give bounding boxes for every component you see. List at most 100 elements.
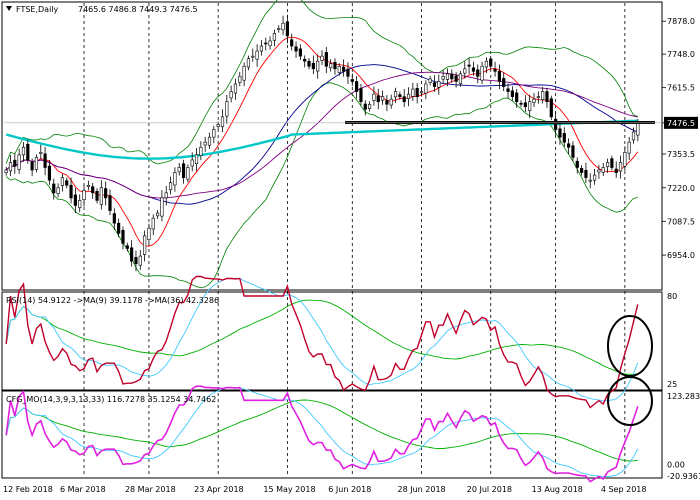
candle-body xyxy=(558,128,562,138)
candle-body xyxy=(277,28,281,30)
candle-body xyxy=(117,222,121,234)
candle-body xyxy=(264,42,268,45)
candle-body xyxy=(484,60,489,68)
candle-body xyxy=(506,88,510,92)
candle-body xyxy=(207,136,212,146)
candle-body xyxy=(402,96,406,103)
candle-body xyxy=(528,101,532,111)
chart-canvas: 6954.0 7087.5 7220.0 7353.5 7476.5 7615.5 7748… xyxy=(1,0,700,494)
candle-body xyxy=(78,200,82,209)
candle-body xyxy=(424,83,428,94)
ohlc-label: 7465.6 7486.8 7449.3 7476.5 xyxy=(78,5,198,14)
candle-body xyxy=(229,91,233,99)
x-tick-label: 23 Apr 2018 xyxy=(194,485,243,494)
price-tick-label: 6954.0 xyxy=(667,251,695,260)
candle-body xyxy=(575,160,579,168)
candle-body xyxy=(631,131,636,141)
rsi-tick-label: 25 xyxy=(667,380,677,389)
candle-body xyxy=(437,81,441,88)
candle-body xyxy=(545,91,549,103)
candle-body xyxy=(26,143,30,161)
candle-body xyxy=(43,153,47,168)
candle-body xyxy=(251,55,255,58)
candle-body xyxy=(419,91,424,94)
candle-body xyxy=(285,21,289,37)
candle-body xyxy=(255,50,259,60)
cfg-mo-tick-label: 0.00 xyxy=(667,460,685,469)
candle-body xyxy=(216,124,220,127)
candle-body xyxy=(164,192,168,199)
candle-body xyxy=(497,71,501,82)
candle-body xyxy=(259,45,264,52)
candle-body xyxy=(350,79,354,82)
price-tick-label: 7615.5 xyxy=(667,84,695,93)
candle-body xyxy=(367,103,372,109)
candle-body xyxy=(220,116,225,128)
candle-body xyxy=(307,60,311,67)
candle-body xyxy=(432,82,437,87)
candle-body xyxy=(147,227,151,240)
candle-body xyxy=(4,169,8,173)
candle-body xyxy=(303,58,307,62)
candle-body xyxy=(160,197,164,217)
candle-body xyxy=(389,98,393,106)
candle-body xyxy=(190,159,194,167)
candle-body xyxy=(95,191,99,201)
candle-body xyxy=(579,167,584,173)
candle-body xyxy=(519,102,523,105)
candle-body xyxy=(121,229,125,244)
candle-body xyxy=(467,64,471,67)
last-price-label: 7476.5 xyxy=(667,119,695,128)
candle-body xyxy=(588,179,592,182)
candle-body xyxy=(493,69,497,72)
candle-body xyxy=(13,159,17,167)
candle-body xyxy=(39,152,43,154)
candle-body xyxy=(592,174,597,181)
candle-body xyxy=(359,88,363,103)
cfg-mo-tick-label: -20.9361 xyxy=(667,472,700,481)
candle-body xyxy=(186,167,190,180)
candle-body xyxy=(246,58,251,68)
candle-body xyxy=(21,146,26,156)
candle-body xyxy=(290,39,294,47)
x-tick-label: 20 Jul 2018 xyxy=(467,485,512,494)
candle-body xyxy=(242,65,246,81)
candle-body xyxy=(125,245,129,249)
candle-body xyxy=(47,165,52,181)
candle-body xyxy=(268,40,272,47)
candle-body xyxy=(445,73,450,80)
candle-body xyxy=(151,217,155,230)
candle-body xyxy=(454,75,458,82)
candle-body xyxy=(316,60,320,72)
candle-body xyxy=(510,90,514,97)
candle-body xyxy=(476,69,480,77)
candle-body xyxy=(489,58,493,67)
candle-body xyxy=(52,183,56,194)
candle-body xyxy=(554,118,558,130)
candle-body xyxy=(458,73,463,85)
candle-body xyxy=(346,68,350,77)
symbol-label: FTSE,Daily xyxy=(16,5,59,14)
cfg-mo-label: CFG_MO(14,3,9,3,13,33) 116.7278 35.1254 … xyxy=(6,395,216,404)
candle-body xyxy=(337,65,341,73)
candle-body xyxy=(238,76,242,83)
candle-body xyxy=(212,129,216,138)
x-tick-label: 6 Jun 2018 xyxy=(328,485,371,494)
candle-body xyxy=(73,194,77,206)
candle-body xyxy=(34,157,39,170)
candle-body xyxy=(203,141,207,146)
candle-body xyxy=(605,162,610,168)
candle-body xyxy=(91,186,95,194)
candle-body xyxy=(393,91,398,98)
x-tick-label: 13 Aug 2018 xyxy=(532,485,583,494)
candle-body xyxy=(618,162,623,172)
candle-body xyxy=(99,187,103,205)
candle-body xyxy=(385,100,389,105)
price-tick-label: 7748.0 xyxy=(667,50,695,59)
candle-body xyxy=(532,98,536,103)
candle-body xyxy=(441,76,445,80)
candle-body xyxy=(562,133,566,143)
candle-body xyxy=(549,98,553,118)
candle-body xyxy=(601,167,605,173)
candle-body xyxy=(155,212,160,217)
